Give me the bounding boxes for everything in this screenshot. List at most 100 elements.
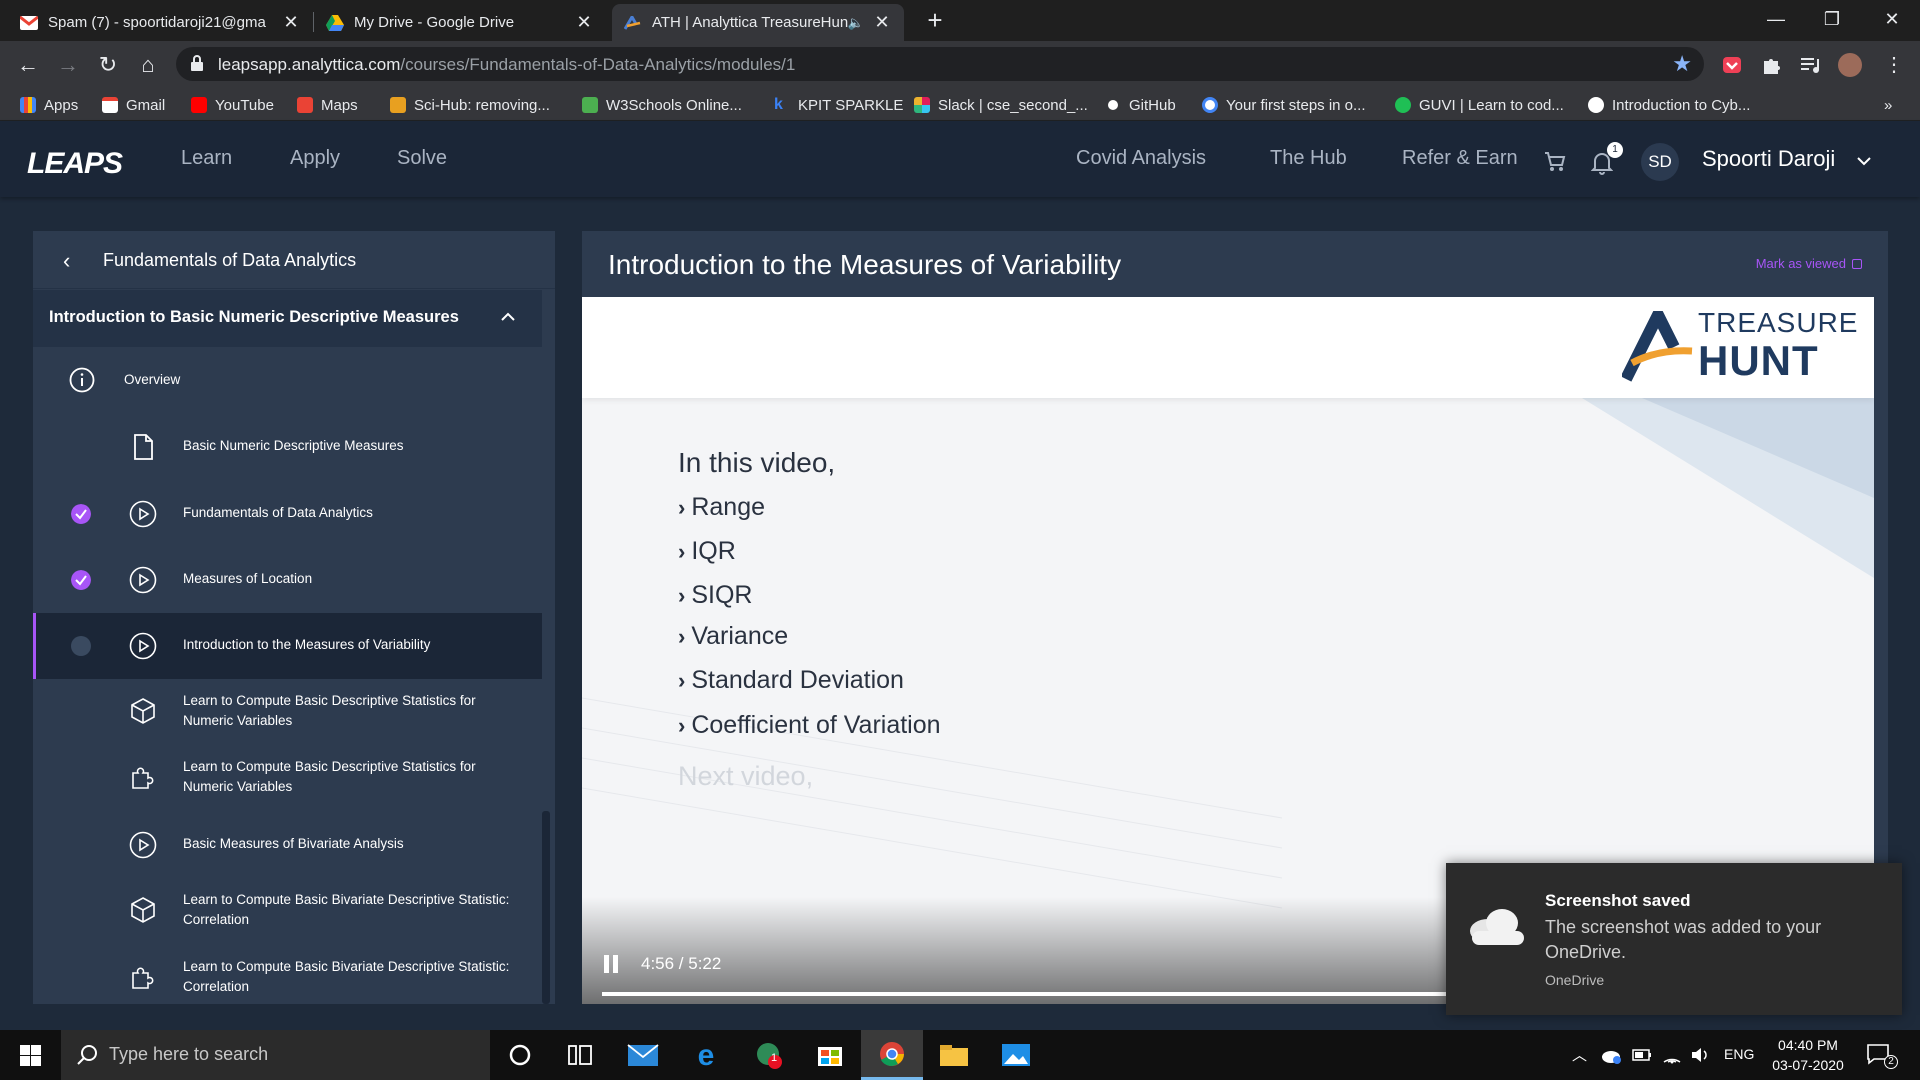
close-tab-icon[interactable]: ✕: [872, 12, 892, 33]
nav-the-hub[interactable]: The Hub: [1270, 147, 1347, 170]
bookmark-google[interactable]: Your first steps in o...: [1202, 94, 1366, 116]
close-window-button[interactable]: ✕: [1864, 0, 1920, 41]
nav-learn[interactable]: Learn: [181, 147, 232, 170]
pocket-extension-icon[interactable]: [1720, 53, 1744, 77]
sidebar-item-label: Learn to Compute Basic Bivariate Descrip…: [183, 959, 510, 994]
sidebar-item-exercise[interactable]: Learn to Compute Basic Descriptive Stati…: [33, 679, 542, 745]
chevron-down-icon[interactable]: [1856, 156, 1872, 166]
volume-icon[interactable]: [1690, 1046, 1710, 1064]
extensions-puzzle-icon[interactable]: [1760, 53, 1784, 77]
back-chevron-icon[interactable]: ‹: [63, 248, 70, 274]
bookmark-kpit[interactable]: k KPIT SPARKLE: [774, 94, 903, 116]
close-tab-icon[interactable]: ✕: [574, 12, 594, 33]
whatsapp-icon[interactable]: [737, 1030, 799, 1080]
slide-bullet: › IQR: [678, 537, 736, 566]
mail-app-icon[interactable]: [612, 1030, 674, 1080]
bookmark-cyber[interactable]: Introduction to Cyb...: [1588, 94, 1750, 116]
sidebar-item-video-current[interactable]: Introduction to the Measures of Variabil…: [33, 613, 542, 679]
audio-playing-icon[interactable]: 🔈: [848, 15, 864, 31]
slide-bullet: › Standard Deviation: [678, 666, 904, 695]
gmail-icon: [20, 15, 38, 30]
document-icon: [134, 434, 153, 460]
new-tab-button[interactable]: +: [920, 6, 950, 36]
user-name[interactable]: Spoorti Daroji: [1702, 146, 1835, 172]
windows-start-button[interactable]: [20, 1045, 41, 1066]
tab-title: Spam (7) - spoortidaroji21@gma: [48, 14, 266, 31]
bookmark-apps[interactable]: Apps: [20, 94, 78, 116]
bookmark-slack[interactable]: Slack | cse_second_...: [914, 94, 1088, 116]
sidebar-item-label: Introduction to the Measures of Variabil…: [183, 637, 431, 652]
chrome-taskbar-button[interactable]: [861, 1030, 923, 1080]
bookmark-guvi[interactable]: GUVI | Learn to cod...: [1395, 94, 1564, 116]
taskbar-clock[interactable]: 04:40 PM 03-07-2020: [1770, 1035, 1846, 1075]
sidebar-item-exercise[interactable]: Learn to Compute Basic Bivariate Descrip…: [33, 877, 542, 943]
nav-covid-analysis[interactable]: Covid Analysis: [1076, 147, 1206, 170]
tab-google-drive[interactable]: My Drive - Google Drive ✕: [314, 4, 606, 41]
edge-browser-icon[interactable]: e: [675, 1030, 737, 1080]
profile-avatar[interactable]: [1838, 53, 1862, 77]
home-button[interactable]: ⌂: [132, 49, 164, 81]
notification-source: OneDrive: [1545, 972, 1605, 988]
onedrive-notification[interactable]: Screenshot saved The screenshot was adde…: [1446, 863, 1902, 1015]
battery-icon[interactable]: [1632, 1048, 1652, 1062]
back-button[interactable]: ←: [12, 49, 44, 81]
chevron-up-icon[interactable]: [499, 308, 517, 326]
bookmark-label: YouTube: [215, 96, 274, 114]
bookmark-w3schools[interactable]: W3Schools Online...: [582, 94, 742, 116]
mark-as-viewed-button[interactable]: Mark as viewed: [1756, 256, 1862, 271]
nav-solve[interactable]: Solve: [397, 147, 447, 170]
leaps-logo[interactable]: LEAPS: [27, 147, 123, 181]
address-bar[interactable]: leapsapp.analyttica.com/courses/Fundamen…: [176, 47, 1704, 81]
wifi-icon[interactable]: [1662, 1046, 1682, 1064]
sidebar-item-label: Learn to Compute Basic Descriptive Stati…: [183, 759, 476, 794]
restore-button[interactable]: ❐: [1804, 0, 1860, 41]
sidebar-item-overview[interactable]: Overview: [33, 347, 542, 413]
sidebar-item-video[interactable]: Fundamentals of Data Analytics: [33, 480, 542, 547]
bookmark-scihub[interactable]: Sci-Hub: removing...: [390, 94, 550, 116]
minimize-button[interactable]: —: [1748, 0, 1804, 41]
reload-button[interactable]: ↻: [92, 49, 124, 81]
close-tab-icon[interactable]: ✕: [281, 12, 301, 33]
play-icon: [129, 500, 157, 528]
url-text: leapsapp.analyttica.com/courses/Fundamen…: [218, 55, 795, 75]
github-icon: [1105, 97, 1121, 113]
show-hidden-icons[interactable]: ︿: [1572, 1044, 1587, 1065]
nav-refer-earn[interactable]: Refer & Earn: [1402, 147, 1518, 170]
cortana-icon[interactable]: [489, 1030, 551, 1080]
bookmark-youtube[interactable]: YouTube: [191, 94, 274, 116]
store-icon[interactable]: [799, 1030, 861, 1080]
sidebar-scrollbar[interactable]: [542, 811, 550, 1004]
user-avatar[interactable]: SD: [1641, 143, 1679, 181]
pause-button[interactable]: [604, 955, 620, 973]
sidebar-item-practice[interactable]: Learn to Compute Basic Descriptive Stati…: [33, 745, 542, 811]
sidebar-item-practice[interactable]: Learn to Compute Basic Bivariate Descrip…: [33, 943, 542, 1004]
globe-icon: [1588, 97, 1604, 113]
photos-icon[interactable]: [985, 1030, 1047, 1080]
media-control-icon[interactable]: [1798, 53, 1822, 77]
bookmark-github[interactable]: GitHub: [1105, 94, 1176, 116]
sidebar-item-video[interactable]: Basic Measures of Bivariate Analysis: [33, 811, 542, 877]
language-indicator[interactable]: ENG: [1724, 1046, 1754, 1062]
nav-apply[interactable]: Apply: [290, 147, 340, 170]
sidebar-item-video[interactable]: Measures of Location: [33, 547, 542, 613]
forward-button[interactable]: →: [52, 49, 84, 81]
search-icon: [77, 1045, 97, 1065]
module-section-header[interactable]: Introduction to Basic Numeric Descriptiv…: [33, 290, 542, 347]
chrome-menu-icon[interactable]: ⋮: [1878, 49, 1910, 81]
slack-icon: [914, 97, 930, 113]
bookmark-star-icon[interactable]: ★: [1672, 51, 1692, 77]
slide-header: TREASURE HUNT: [582, 297, 1874, 398]
file-explorer-icon[interactable]: [923, 1030, 985, 1080]
bookmark-maps[interactable]: Maps: [297, 94, 358, 116]
sidebar-item-reading[interactable]: Basic Numeric Descriptive Measures: [33, 413, 542, 480]
taskbar-search[interactable]: Type here to search: [61, 1030, 490, 1080]
task-view-icon[interactable]: [549, 1030, 611, 1080]
cart-icon[interactable]: [1544, 151, 1566, 173]
more-bookmarks-button[interactable]: »: [1884, 94, 1892, 116]
onedrive-tray-icon[interactable]: [1600, 1045, 1622, 1065]
tab-analyttica[interactable]: ATH | Analyttica TreasureHun 🔈 ✕: [612, 4, 904, 41]
bookmark-gmail[interactable]: Gmail: [102, 94, 165, 116]
brand-treasure: TREASURE: [1698, 307, 1859, 338]
bullet-text: Standard Deviation: [691, 666, 904, 694]
tab-gmail[interactable]: Spam (7) - spoortidaroji21@gma ✕: [8, 4, 313, 41]
